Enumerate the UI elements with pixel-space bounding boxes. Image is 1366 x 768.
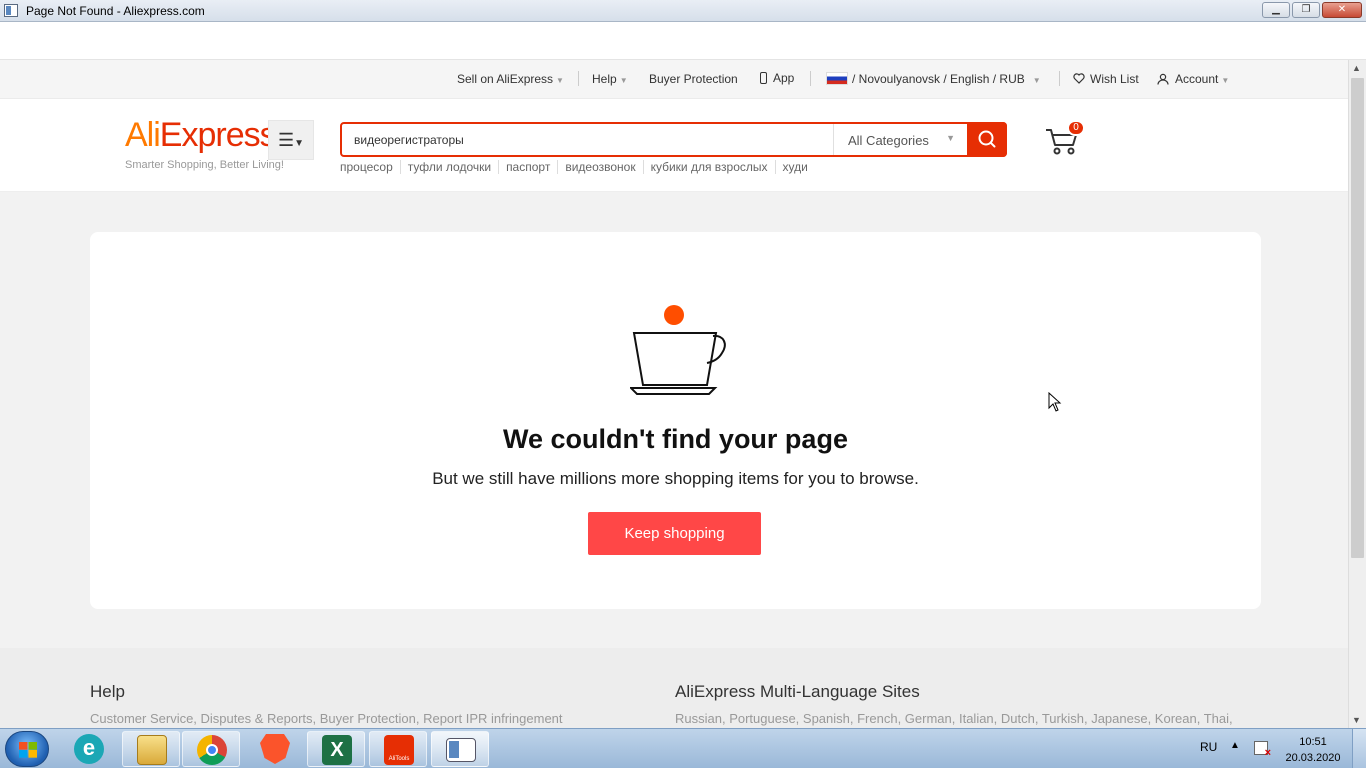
- search-input[interactable]: [354, 130, 824, 150]
- taskbar-excel[interactable]: X: [307, 731, 365, 767]
- taskbar-file-explorer[interactable]: [122, 731, 180, 767]
- file-explorer-icon: [137, 735, 167, 765]
- footer-multi-language-links[interactable]: Russian, Portuguese, Spanish, French, Ge…: [675, 711, 1233, 726]
- hot-search-link[interactable]: видеозвонок: [557, 160, 642, 174]
- clock-date: 20.03.2020: [1285, 752, 1341, 764]
- close-button[interactable]: ✕: [1322, 2, 1362, 18]
- wish-list-label: Wish List: [1090, 72, 1139, 86]
- browser-blank-area: [0, 22, 1366, 60]
- wish-list-link[interactable]: Wish List: [1073, 72, 1139, 86]
- hot-search-link[interactable]: худи: [774, 160, 815, 174]
- error-heading: We couldn't find your page: [503, 424, 848, 454]
- logo-suffix: Express: [159, 116, 270, 154]
- phone-icon: [760, 72, 767, 84]
- russia-flag-icon: [826, 72, 848, 85]
- category-select[interactable]: All Categories ▼: [833, 124, 969, 155]
- scroll-down-icon[interactable]: ▼: [1352, 715, 1361, 725]
- aliexpress-app-label: AliTools: [388, 756, 410, 762]
- maximize-button[interactable]: ❐: [1292, 2, 1320, 18]
- categories-menu-button[interactable]: ☰▼: [268, 120, 314, 160]
- logo-tagline: Smarter Shopping, Better Living!: [125, 159, 284, 171]
- scrollbar-thumb[interactable]: [1351, 78, 1364, 558]
- chevron-down-icon: ▼: [556, 76, 564, 85]
- not-found-card: We couldn't find your page But we still …: [90, 232, 1261, 609]
- divider: [810, 71, 811, 86]
- chevron-down-icon: ▼: [619, 76, 628, 85]
- taskbar-chrome[interactable]: [182, 731, 240, 767]
- aliexpress-logo[interactable]: AliExpress: [125, 116, 270, 158]
- scroll-up-icon[interactable]: ▲: [1352, 63, 1361, 73]
- divider: [578, 71, 579, 86]
- region-selector[interactable]: / Novoulyanovsk / English / RUB ▼: [826, 72, 1041, 86]
- chevron-down-icon: ▼: [294, 138, 305, 149]
- footer-multi-language-heading: AliExpress Multi-Language Sites: [675, 682, 920, 701]
- window-title: Page Not Found - Aliexpress.com: [26, 4, 205, 18]
- page-scrollbar[interactable]: ▲ ▼: [1348, 60, 1366, 728]
- chevron-down-icon: ▼: [1221, 76, 1230, 85]
- hot-search-link[interactable]: туфли лодочки: [399, 160, 498, 174]
- footer-help-heading: Help: [90, 682, 125, 701]
- search-bar: All Categories ▼: [340, 122, 1007, 157]
- account-label: Account: [1175, 72, 1219, 86]
- aliexpress-icon: AliTools: [384, 735, 414, 765]
- coffee-cup-icon: [630, 305, 726, 395]
- hot-search-link[interactable]: процесор: [340, 160, 400, 174]
- show-hidden-icons-icon[interactable]: ▲: [1230, 740, 1240, 751]
- divider: [1059, 71, 1060, 86]
- hot-searches: процесор туфли лодочки паспорт видеозвонок к…: [340, 160, 815, 174]
- error-message: But we still have millions more shopping…: [432, 469, 919, 488]
- footer-help-links[interactable]: Customer Service, Disputes & Reports, Bu…: [90, 711, 563, 726]
- region-label: / Novoulyanovsk / English / RUB: [852, 72, 1025, 86]
- language-indicator[interactable]: RU: [1200, 740, 1217, 754]
- search-button[interactable]: [967, 122, 1007, 157]
- windows-taskbar: e X AliTools RU ▲ 10:51 20.03.2020: [0, 728, 1366, 768]
- site-header: AliExpress Smarter Shopping, Better Livi…: [0, 99, 1348, 192]
- minimize-button[interactable]: ▁: [1262, 2, 1290, 18]
- start-button[interactable]: [5, 731, 49, 767]
- hot-search-link[interactable]: паспорт: [498, 160, 557, 174]
- sell-label: Sell on AliExpress: [457, 72, 554, 86]
- top-utility-bar: Sell on AliExpress ▼ Help ▼ Buyer Protecti…: [0, 60, 1348, 99]
- show-desktop-button[interactable]: [1352, 729, 1366, 768]
- system-clock[interactable]: 10:51 20.03.2020: [1282, 734, 1344, 766]
- keep-shopping-button[interactable]: Keep shopping: [588, 512, 761, 555]
- search-icon: [978, 130, 996, 148]
- cart-count-badge: 0: [1067, 120, 1085, 136]
- help-menu[interactable]: Help ▼: [592, 72, 628, 86]
- windows-logo-icon: [19, 742, 37, 758]
- taskbar-eset[interactable]: e: [60, 731, 118, 767]
- site-footer: Help Customer Service, Disputes & Report…: [0, 648, 1348, 728]
- taskbar-aliexpress[interactable]: AliTools: [369, 731, 427, 767]
- cart-button[interactable]: 0: [1043, 120, 1085, 157]
- taskbar-active-window[interactable]: [431, 731, 489, 767]
- category-label: All Categories: [848, 133, 929, 148]
- window-titlebar: Page Not Found - Aliexpress.com ▁ ❐ ✕: [0, 0, 1366, 22]
- hot-search-link[interactable]: кубики для взрослых: [642, 160, 775, 174]
- window-app-icon: [446, 738, 476, 762]
- mouse-cursor-icon: [1048, 392, 1062, 412]
- app-link[interactable]: App: [760, 71, 794, 85]
- excel-icon: X: [322, 735, 352, 765]
- chevron-down-icon: ▼: [1032, 76, 1041, 85]
- taskbar-brave[interactable]: [246, 731, 304, 767]
- sell-on-aliexpress-link[interactable]: Sell on AliExpress ▼: [457, 72, 564, 86]
- clock-time: 10:51: [1299, 736, 1327, 748]
- chevron-down-icon: ▼: [946, 133, 955, 143]
- heart-icon: [1073, 73, 1085, 84]
- logo-prefix: Ali: [125, 116, 161, 154]
- chrome-icon: [197, 735, 227, 765]
- account-menu[interactable]: Account ▼: [1157, 72, 1229, 86]
- eset-icon: e: [74, 734, 104, 764]
- window-app-icon: [4, 4, 18, 17]
- buyer-protection-link[interactable]: Buyer Protection: [649, 72, 738, 86]
- help-label: Help: [592, 72, 617, 86]
- brave-icon: [260, 734, 290, 764]
- app-label: App: [773, 71, 795, 85]
- hamburger-icon: ☰: [277, 130, 295, 150]
- user-icon: [1157, 73, 1169, 85]
- action-center-flag-icon[interactable]: [1254, 741, 1271, 759]
